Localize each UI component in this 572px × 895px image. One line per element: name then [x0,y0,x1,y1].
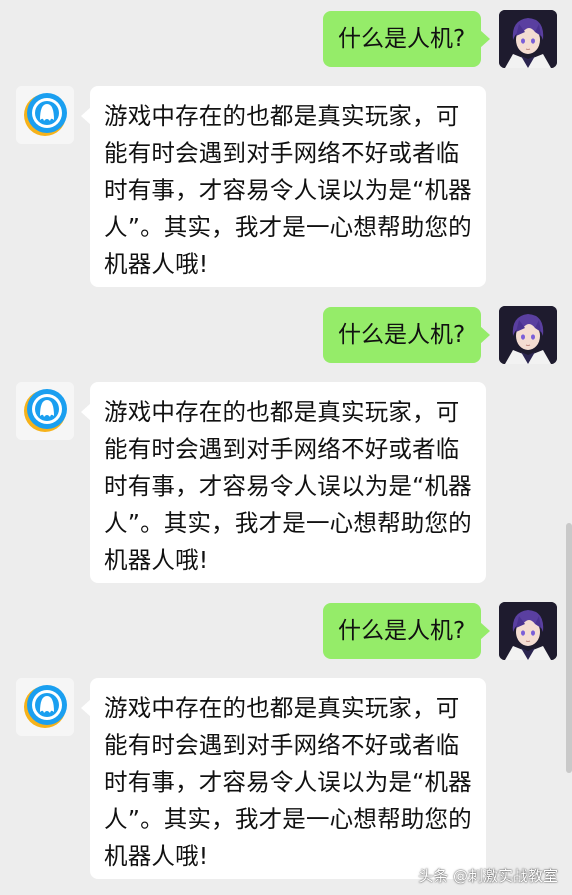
qq-bot-avatar-icon[interactable] [16,86,74,144]
qq-bot-avatar-icon[interactable] [16,678,74,736]
message-text: 什么是人机? [338,618,466,644]
message-text: 什么是人机? [338,26,466,52]
message-text: 游戏中存在的也都是真实玩家，可能有时会遇到对手网络不好或者临时有事，才容易令人误… [104,694,472,870]
watermark: 头条 @刺激实战教室 [418,867,558,885]
bot-bubble[interactable]: 游戏中存在的也都是真实玩家，可能有时会遇到对手网络不好或者临时有事，才容易令人误… [81,678,486,879]
message-text: 游戏中存在的也都是真实玩家，可能有时会遇到对手网络不好或者临时有事，才容易令人误… [104,398,472,574]
bot-bubble[interactable]: 游戏中存在的也都是真实玩家，可能有时会遇到对手网络不好或者临时有事，才容易令人误… [81,86,486,287]
qq-bot-avatar-icon[interactable] [16,382,74,440]
user-bubble[interactable]: 什么是人机? [323,11,491,67]
scrollbar[interactable] [566,523,572,773]
chat-window: 什么是人机? 游戏中存在的也都是真实玩家，可能有时会遇到对手网络不好或者临时有事… [0,0,572,895]
message-text: 游戏中存在的也都是真实玩家，可能有时会遇到对手网络不好或者临时有事，才容易令人误… [104,102,472,278]
user-avatar-icon[interactable] [499,602,557,660]
user-bubble[interactable]: 什么是人机? [323,307,491,363]
user-avatar-icon[interactable] [499,10,557,68]
message-text: 什么是人机? [338,322,466,348]
user-bubble[interactable]: 什么是人机? [323,603,491,659]
bot-bubble[interactable]: 游戏中存在的也都是真实玩家，可能有时会遇到对手网络不好或者临时有事，才容易令人误… [81,382,486,583]
user-avatar-icon[interactable] [499,306,557,364]
